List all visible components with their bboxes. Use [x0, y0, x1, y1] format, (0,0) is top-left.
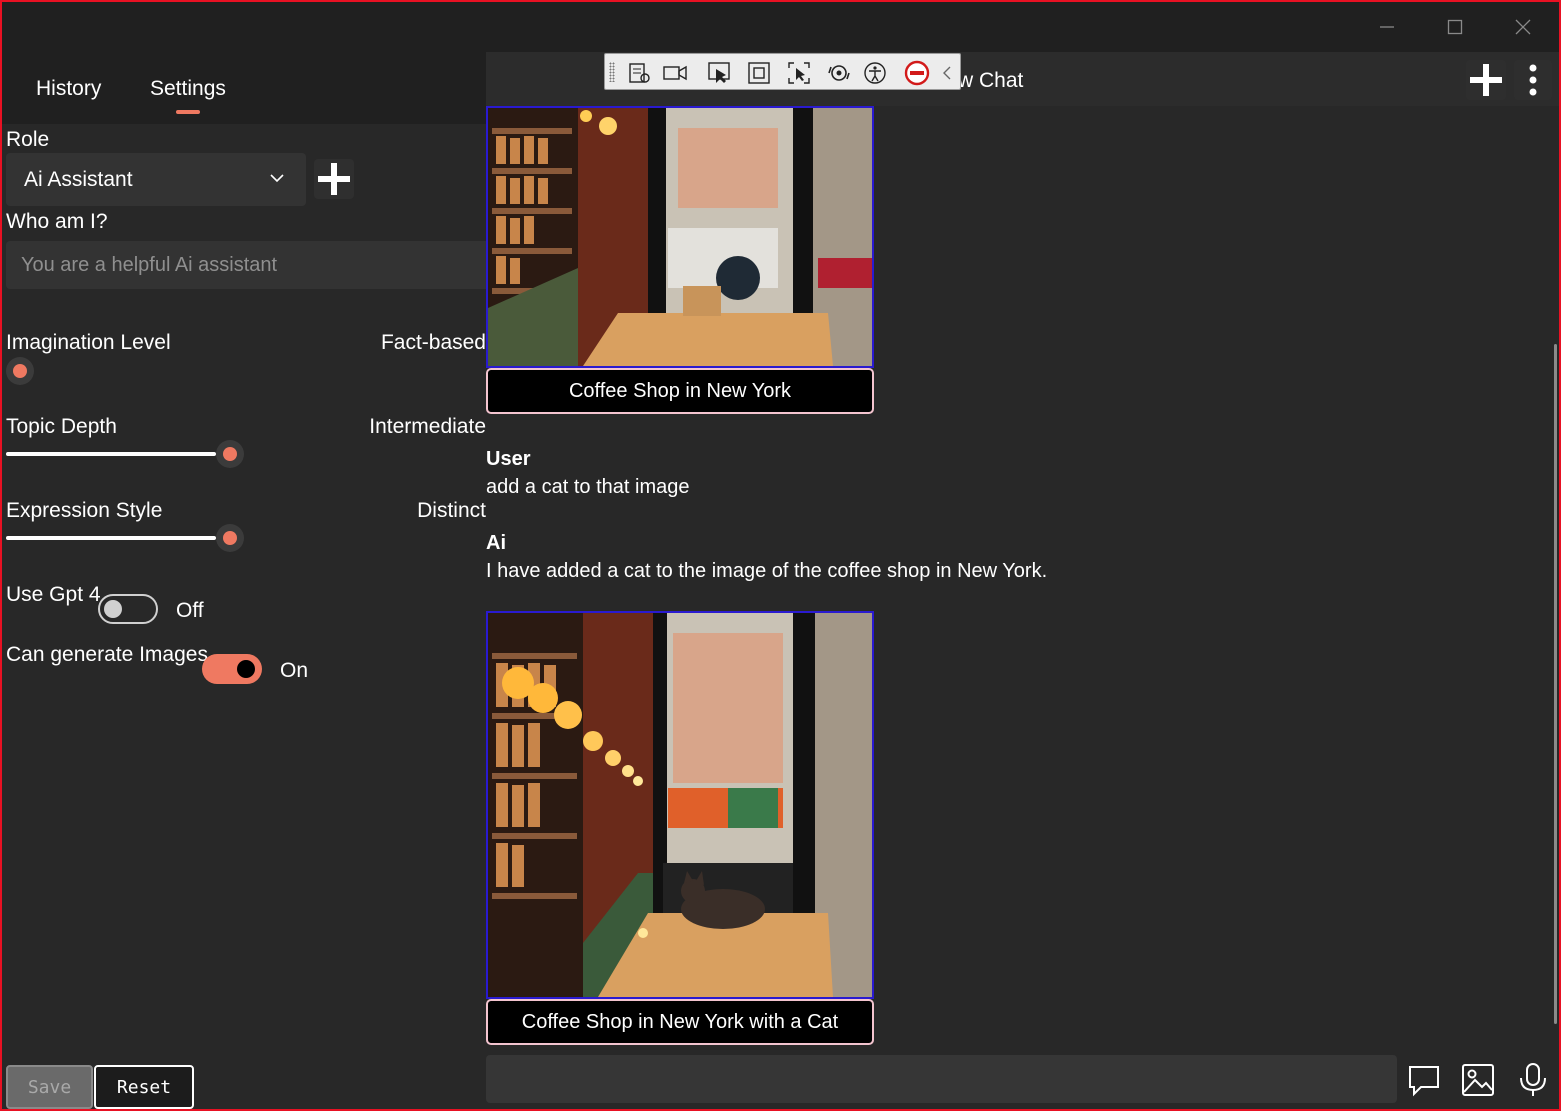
expression-style-slider[interactable] — [6, 523, 262, 553]
role-label: Role — [6, 128, 50, 151]
app-window: History Settings Role Ai Assistant Who a… — [0, 0, 1561, 1111]
topic-depth-slider[interactable] — [6, 439, 262, 469]
chat-bubble-icon — [1409, 1066, 1439, 1097]
plus-icon — [1470, 64, 1502, 96]
display-layout-adorners-icon — [748, 62, 770, 84]
tab-settings[interactable]: Settings — [150, 77, 226, 101]
can-generate-images-state: On — [280, 659, 309, 682]
tab-bar: History Settings — [2, 52, 486, 124]
toggle-knob — [104, 600, 122, 618]
use-gpt4-state: Off — [176, 599, 204, 622]
select-element-icon — [708, 62, 730, 83]
chat-scrollbar[interactable] — [1554, 344, 1557, 1024]
binding-failures-button[interactable] — [903, 59, 931, 87]
toggle-knob — [237, 660, 255, 678]
debug-toolbar — [604, 53, 961, 90]
plus-icon — [318, 163, 350, 195]
role-dropdown-value: Ai Assistant — [24, 168, 133, 191]
selected-tab-indicator — [176, 110, 200, 114]
message-sender: Ai — [486, 532, 506, 554]
close-button[interactable] — [1493, 10, 1553, 44]
display-layout-adorners-button[interactable] — [745, 59, 773, 87]
more-options-button[interactable] — [1514, 60, 1552, 100]
record-icon — [663, 65, 687, 81]
minimize-icon — [1380, 26, 1394, 28]
settings-panel: History Settings Role Ai Assistant Who a… — [2, 52, 486, 1109]
topic-depth-value: Intermediate — [369, 415, 486, 438]
imagination-level-label: Imagination Level — [6, 331, 171, 354]
message-text: add a cat to that image — [486, 476, 690, 498]
expression-style-label: Expression Style — [6, 499, 163, 522]
select-element-button[interactable] — [705, 59, 733, 87]
hot-reload-button[interactable] — [825, 59, 853, 87]
can-generate-images-toggle[interactable] — [202, 654, 262, 684]
slider-thumb[interactable] — [216, 524, 244, 552]
hot-reload-icon — [828, 65, 850, 81]
toolbar-grip[interactable] — [609, 62, 615, 82]
close-icon — [1515, 19, 1531, 35]
generated-image[interactable] — [486, 106, 874, 368]
can-generate-images-label: Can generate Images — [6, 643, 208, 666]
live-tree-icon — [629, 63, 650, 83]
collapse-icon — [943, 66, 951, 80]
slider-thumb[interactable] — [6, 357, 34, 385]
who-am-i-label: Who am I? — [6, 210, 108, 233]
image-icon — [1462, 1064, 1494, 1096]
who-am-i-input[interactable]: You are a helpful Ai assistant — [6, 241, 486, 289]
who-am-i-placeholder: You are a helpful Ai assistant — [21, 254, 278, 276]
role-dropdown[interactable]: Ai Assistant — [6, 153, 306, 206]
image-caption-button[interactable]: Coffee Shop in New York — [486, 368, 874, 414]
collapse-toolbar-button[interactable] — [937, 59, 957, 87]
chat-area: w Chat Coffee Shop in New York User add … — [486, 52, 1559, 1109]
message-text: I have added a cat to the image of the c… — [486, 560, 1048, 582]
imagination-level-slider[interactable] — [6, 356, 262, 386]
maximize-icon — [1447, 19, 1463, 35]
minimize-button[interactable] — [1357, 10, 1417, 44]
accessibility-icon — [864, 62, 886, 84]
message-input[interactable] — [486, 1055, 1397, 1103]
tab-history[interactable]: History — [36, 77, 101, 101]
save-button[interactable]: Save — [6, 1065, 93, 1109]
track-focus-icon — [788, 62, 810, 84]
use-gpt4-toggle[interactable] — [98, 594, 158, 624]
binding-failures-icon — [904, 60, 930, 86]
track-focus-button[interactable] — [785, 59, 813, 87]
maximize-button[interactable] — [1425, 10, 1485, 44]
record-button[interactable] — [661, 59, 689, 87]
use-gpt4-label: Use Gpt 4 — [6, 583, 101, 606]
reset-button[interactable]: Reset — [94, 1065, 194, 1109]
live-tree-button[interactable] — [625, 59, 653, 87]
accessibility-button[interactable] — [861, 59, 889, 87]
voice-input-button[interactable] — [1513, 1060, 1553, 1100]
generate-image-button[interactable] — [1458, 1060, 1498, 1100]
imagination-level-value: Fact-based — [380, 331, 486, 354]
title-bar — [2, 2, 1559, 52]
chat-title[interactable]: w Chat — [958, 69, 1023, 93]
add-role-button[interactable] — [314, 159, 354, 199]
chevron-down-icon — [270, 174, 284, 183]
more-vertical-icon — [1529, 64, 1537, 96]
message-sender: User — [486, 448, 531, 470]
slider-thumb[interactable] — [216, 440, 244, 468]
topic-depth-label: Topic Depth — [6, 415, 117, 438]
generated-image[interactable] — [486, 611, 874, 999]
slider-fill — [6, 536, 216, 540]
expression-style-value: Distinct — [417, 499, 486, 522]
coffee-shop-with-cat-image — [488, 613, 872, 997]
coffee-shop-image — [488, 108, 872, 366]
slider-fill — [6, 452, 216, 456]
new-chat-button[interactable] — [1466, 60, 1506, 100]
microphone-icon — [1520, 1063, 1546, 1096]
image-caption-button[interactable]: Coffee Shop in New York with a Cat — [486, 999, 874, 1045]
send-message-button[interactable] — [1404, 1060, 1444, 1100]
